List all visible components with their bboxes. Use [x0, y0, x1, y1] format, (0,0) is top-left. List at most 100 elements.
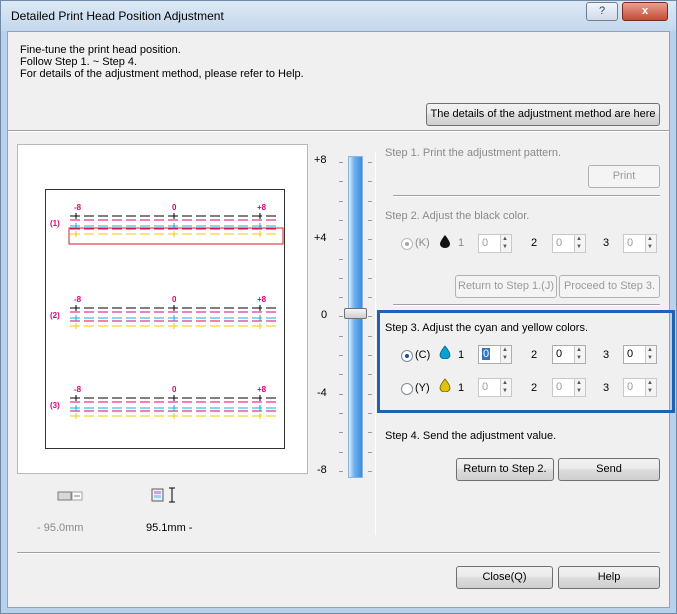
print-button[interactable]: Print — [588, 165, 660, 188]
pattern-label-center: 0 — [172, 295, 177, 304]
step3-label: Step 3. Adjust the cyan and yellow color… — [385, 322, 589, 334]
slider-tick — [339, 470, 343, 472]
black-field-1-label: 1 — [458, 237, 465, 249]
title-bar[interactable]: Detailed Print Head Position Adjustment … — [1, 1, 676, 31]
slider-tick — [339, 297, 343, 299]
slider-tick — [339, 258, 343, 260]
slider-label-zero: 0 — [321, 309, 328, 321]
help-title-button[interactable]: ? — [586, 2, 618, 21]
black-field-3[interactable]: 0 ▲ ▼ — [623, 234, 657, 253]
preview-paper: -8 0 +8 (1) -8 0 +8 (2) -8 0 +8 (3) — [45, 189, 285, 449]
yellow-field-1-label: 1 — [458, 382, 465, 394]
close-button[interactable]: Close(Q) — [456, 566, 553, 589]
left-offset-icon — [57, 490, 83, 502]
slider-tick — [339, 316, 343, 318]
dialog-client: Fine-tune the print head position. Follo… — [7, 31, 675, 608]
pattern-group-3: -8 0 +8 (3) — [50, 385, 276, 419]
slider-tick — [368, 219, 372, 221]
slider-tick — [339, 181, 343, 183]
intro-line-3: For details of the adjustment method, pl… — [20, 68, 304, 80]
slider-tick — [368, 374, 372, 376]
pattern-row-id: (1) — [50, 219, 60, 228]
proceed-step3-button[interactable]: Proceed to Step 3. — [559, 275, 660, 298]
details-method-button[interactable]: The details of the adjustment method are… — [426, 103, 660, 126]
slider-tick — [368, 258, 372, 260]
right-offset-value: 95.1mm - — [146, 522, 193, 534]
help-button[interactable]: Help — [558, 566, 660, 589]
step4-label: Step 4. Send the adjustment value. — [385, 430, 557, 442]
black-field-2-label: 2 — [531, 237, 538, 249]
slider-tick — [368, 181, 372, 183]
pattern-row-id: (3) — [50, 401, 60, 410]
pattern-label-left: -8 — [74, 203, 82, 212]
yellow-radio[interactable] — [401, 383, 413, 395]
slider-tick — [339, 451, 343, 453]
return-step2-button[interactable]: Return to Step 2. — [456, 458, 554, 481]
step2-separator — [393, 304, 660, 306]
slider-tick — [339, 277, 343, 279]
slider-tick — [368, 297, 372, 299]
dialog-window: Detailed Print Head Position Adjustment … — [0, 0, 677, 614]
slider-tick — [339, 393, 343, 395]
cyan-field-3[interactable]: 0 ▲ ▼ — [623, 345, 657, 364]
cyan-field-1[interactable]: 0 ▲ ▼ — [478, 345, 512, 364]
slider-tick — [368, 451, 372, 453]
yellow-field-1[interactable]: 0 ▲ ▼ — [478, 378, 512, 397]
black-radio-label: (K) — [415, 237, 430, 249]
slider-tick — [368, 316, 372, 318]
slider-tick — [339, 432, 343, 434]
pattern-label-center: 0 — [172, 203, 177, 212]
cyan-radio[interactable] — [401, 350, 413, 362]
send-button[interactable]: Send — [558, 458, 660, 481]
pattern-preview: -8 0 +8 (1) -8 0 +8 (2) -8 0 +8 (3) — [17, 144, 308, 474]
black-field-3-label: 3 — [603, 237, 610, 249]
vertical-separator — [375, 152, 376, 535]
yellow-field-3[interactable]: 0 ▲ ▼ — [623, 378, 657, 397]
step2-label: Step 2. Adjust the black color. — [385, 210, 530, 222]
yellow-field-2-label: 2 — [531, 382, 538, 394]
slider-tick — [339, 239, 343, 241]
step1-separator — [393, 195, 660, 197]
yellow-field-2[interactable]: 0 ▲ ▼ — [552, 378, 586, 397]
yellow-ink-drop-icon — [439, 378, 451, 392]
right-offset-icon — [151, 487, 179, 503]
slider-tick — [368, 277, 372, 279]
slider-tick — [368, 162, 372, 163]
slider-tick — [368, 412, 372, 414]
black-radio[interactable] — [401, 238, 413, 250]
pattern-label-center: 0 — [172, 385, 177, 394]
slider-tick — [368, 200, 372, 202]
black-field-1[interactable]: 0 ▲ ▼ — [478, 234, 512, 253]
slider-tick — [339, 219, 343, 221]
slider-tick — [339, 355, 343, 356]
pattern-label-right: +8 — [257, 385, 267, 394]
cyan-field-3-label: 3 — [603, 349, 610, 361]
black-field-2[interactable]: 0 ▲ ▼ — [552, 234, 586, 253]
slider-label-top: +8 — [314, 154, 327, 166]
close-title-button[interactable]: x — [622, 2, 668, 21]
step1-label: Step 1. Print the adjustment pattern. — [385, 147, 562, 159]
slider-label-plus4: +4 — [314, 232, 327, 244]
bottom-separator — [17, 552, 660, 554]
yellow-radio-label: (Y) — [415, 382, 430, 394]
cyan-field-2[interactable]: 0 ▲ ▼ — [552, 345, 586, 364]
slider-tick — [368, 432, 372, 434]
pattern-label-left: -8 — [74, 385, 82, 394]
pattern-row-id: (2) — [50, 311, 60, 320]
slider-thumb[interactable] — [344, 308, 367, 319]
slider-tick — [368, 239, 372, 241]
intro-line-2: Follow Step 1. ~ Step 4. — [20, 56, 138, 68]
left-offset-value: - 95.0mm — [37, 522, 84, 534]
slider-label-bottom: -8 — [317, 464, 327, 476]
pattern-group-2: -8 0 +8 (2) — [50, 295, 276, 329]
cyan-field-2-label: 2 — [531, 349, 538, 361]
pattern-label-right: +8 — [257, 295, 267, 304]
pattern-label-left: -8 — [74, 295, 82, 304]
slider-tick — [339, 412, 343, 414]
selected-row-highlight — [68, 227, 284, 245]
slider-tick — [339, 335, 343, 337]
cyan-ink-drop-icon — [439, 345, 451, 359]
slider-tick — [368, 393, 372, 395]
return-step1-button[interactable]: Return to Step 1.(J) — [455, 275, 557, 298]
black-ink-drop-icon — [440, 235, 450, 248]
